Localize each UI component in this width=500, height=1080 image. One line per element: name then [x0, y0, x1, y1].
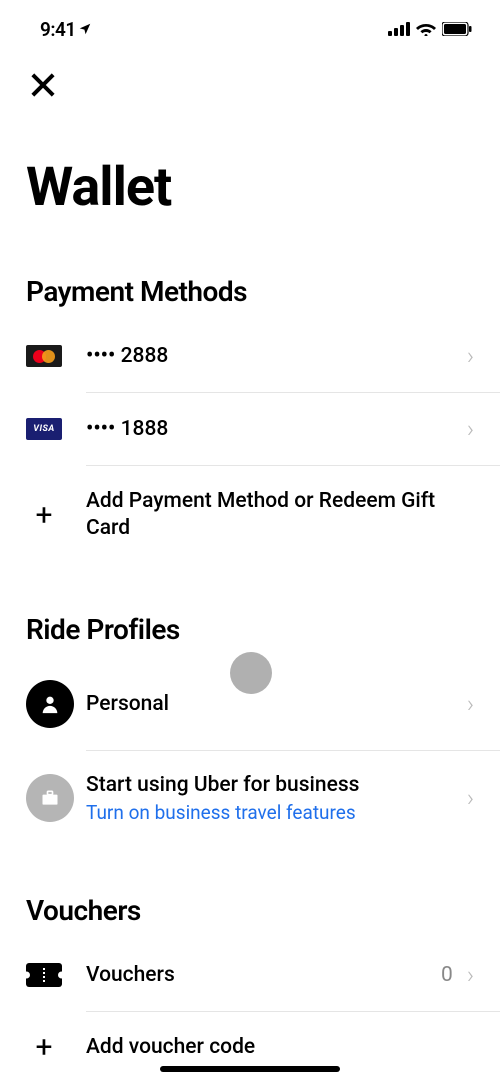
chevron-right-icon: › [467, 415, 480, 443]
status-icons [388, 22, 472, 36]
person-avatar-icon [26, 680, 74, 728]
vouchers-count: 0 [441, 963, 467, 987]
chevron-right-icon: › [467, 961, 480, 989]
business-label: Start using Uber for business [86, 773, 467, 797]
wifi-icon [416, 22, 436, 36]
location-arrow-icon [78, 22, 92, 36]
add-payment-label: Add Payment Method or Redeem Gift Card [74, 488, 480, 543]
touch-indicator [230, 652, 272, 694]
time-text: 9:41 [40, 18, 76, 41]
add-voucher-label: Add voucher code [74, 1035, 480, 1059]
ride-profile-business[interactable]: Start using Uber for business Turn on bu… [0, 751, 500, 846]
plus-icon: + [26, 1030, 74, 1065]
payment-methods-title: Payment Methods [0, 275, 500, 320]
plus-icon: + [26, 498, 74, 533]
briefcase-avatar-icon [26, 774, 74, 822]
chevron-right-icon: › [467, 784, 480, 812]
ride-profiles-title: Ride Profiles [0, 613, 500, 658]
visa-icon: VISA [26, 418, 74, 440]
add-voucher-code[interactable]: + Add voucher code [0, 1012, 500, 1065]
voucher-icon [26, 963, 74, 987]
chevron-right-icon: › [467, 690, 480, 718]
vouchers-title: Vouchers [0, 894, 500, 939]
card-label: •••• 1888 [74, 417, 467, 441]
vouchers-label: Vouchers [74, 963, 441, 987]
close-icon [28, 70, 58, 100]
battery-icon [442, 22, 472, 36]
status-time: 9:41 [40, 18, 92, 41]
vouchers-section: Vouchers Vouchers 0 › + Add voucher code [0, 894, 500, 1065]
business-text: Start using Uber for business Turn on bu… [74, 773, 467, 824]
page-title: Wallet [0, 48, 500, 219]
add-payment-method[interactable]: + Add Payment Method or Redeem Gift Card [0, 466, 500, 565]
personal-label: Personal [74, 692, 467, 716]
payment-methods-section: Payment Methods •••• 2888 › VISA •••• 18… [0, 275, 500, 565]
close-button[interactable] [28, 70, 64, 106]
vouchers-item[interactable]: Vouchers 0 › [0, 939, 500, 1011]
ride-profiles-section: Ride Profiles Personal › Start using Ube… [0, 613, 500, 846]
mastercard-icon [26, 345, 74, 367]
chevron-right-icon: › [467, 342, 480, 370]
home-indicator [160, 1066, 340, 1072]
cellular-icon [388, 22, 410, 36]
payment-card-visa[interactable]: VISA •••• 1888 › [0, 393, 500, 465]
card-label: •••• 2888 [74, 344, 467, 368]
business-sublabel: Turn on business travel features [86, 801, 467, 824]
payment-card-mastercard[interactable]: •••• 2888 › [0, 320, 500, 392]
status-bar: 9:41 [0, 0, 500, 48]
